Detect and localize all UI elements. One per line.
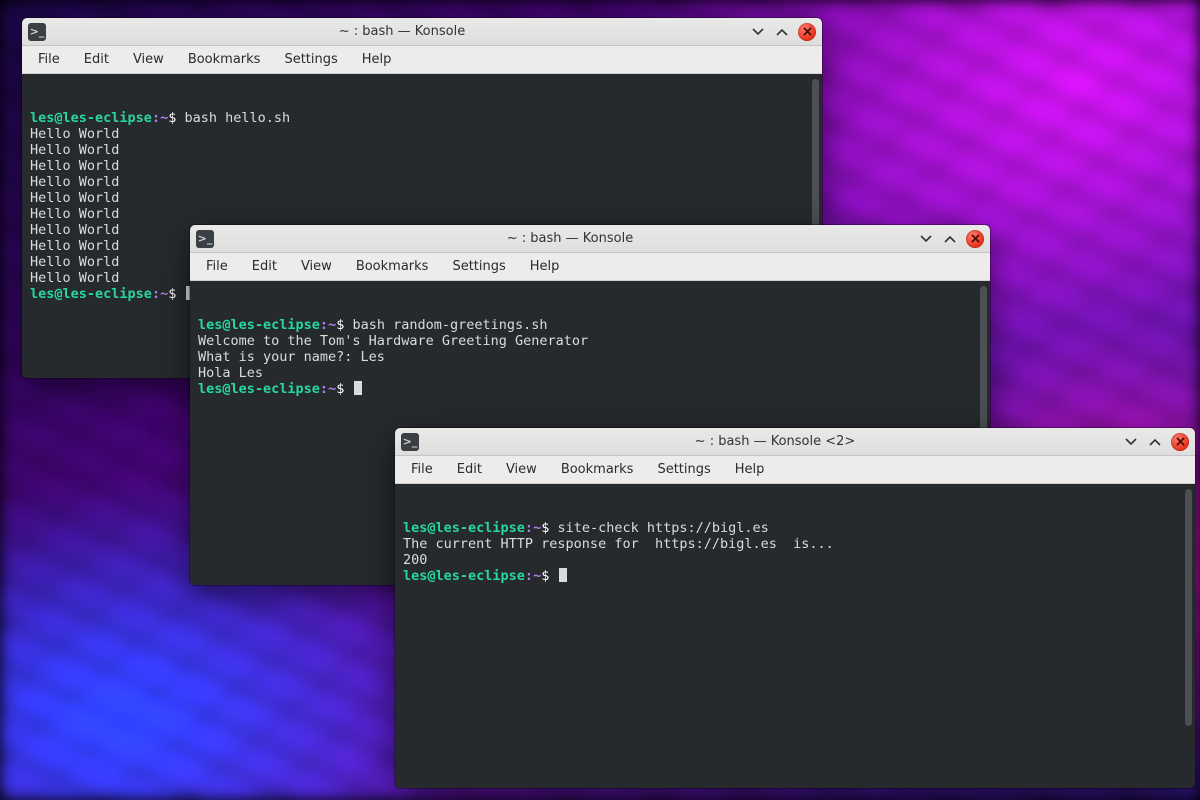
- menubar[interactable]: File Edit View Bookmarks Settings Help: [22, 46, 822, 74]
- menubar[interactable]: File Edit View Bookmarks Settings Help: [190, 253, 990, 281]
- menu-view[interactable]: View: [494, 458, 549, 481]
- close-button[interactable]: [1171, 433, 1189, 451]
- terminal-area[interactable]: les@les-eclipse:~$ site-check https://bi…: [395, 484, 1195, 788]
- konsole-app-icon: >_: [28, 23, 46, 41]
- menu-file[interactable]: File: [26, 48, 72, 71]
- konsole-app-icon: >_: [401, 433, 419, 451]
- output-line: Hello World: [30, 206, 119, 222]
- menu-settings[interactable]: Settings: [645, 458, 722, 481]
- menu-bookmarks[interactable]: Bookmarks: [344, 255, 441, 278]
- prompt-line: les@les-eclipse:~$: [198, 381, 362, 397]
- command-text: bash random-greetings.sh: [352, 317, 547, 333]
- minimize-button[interactable]: [1123, 434, 1139, 450]
- menu-view[interactable]: View: [289, 255, 344, 278]
- cursor-icon: [354, 381, 362, 395]
- menu-edit[interactable]: Edit: [240, 255, 289, 278]
- output-line: Hello World: [30, 222, 119, 238]
- menu-view[interactable]: View: [121, 48, 176, 71]
- command-text: site-check https://bigl.es: [557, 520, 768, 536]
- output-line: Hola Les: [198, 365, 263, 381]
- output-line: Hello World: [30, 238, 119, 254]
- scrollbar[interactable]: [1185, 489, 1192, 726]
- output-line: 200: [403, 552, 427, 568]
- output-line: Hello World: [30, 126, 119, 142]
- titlebar[interactable]: >_ ~ : bash — Konsole: [22, 18, 822, 46]
- menu-bookmarks[interactable]: Bookmarks: [549, 458, 646, 481]
- output-line: Hello World: [30, 270, 119, 286]
- minimize-button[interactable]: [750, 24, 766, 40]
- menu-help[interactable]: Help: [723, 458, 777, 481]
- window-title: ~ : bash — Konsole: [222, 231, 918, 246]
- konsole-window-3[interactable]: >_ ~ : bash — Konsole <2> File Edit View…: [395, 428, 1195, 788]
- prompt-line: les@les-eclipse:~$ bash hello.sh: [30, 110, 290, 126]
- konsole-app-icon: >_: [196, 230, 214, 248]
- menu-settings[interactable]: Settings: [272, 48, 349, 71]
- titlebar[interactable]: >_ ~ : bash — Konsole: [190, 225, 990, 253]
- menubar[interactable]: File Edit View Bookmarks Settings Help: [395, 456, 1195, 484]
- menu-settings[interactable]: Settings: [440, 255, 517, 278]
- prompt-line: les@les-eclipse:~$ bash random-greetings…: [198, 317, 548, 333]
- menu-file[interactable]: File: [194, 255, 240, 278]
- menu-file[interactable]: File: [399, 458, 445, 481]
- maximize-button[interactable]: [774, 24, 790, 40]
- menu-help[interactable]: Help: [350, 48, 404, 71]
- output-line: What is your name?: Les: [198, 349, 385, 365]
- output-line: Hello World: [30, 254, 119, 270]
- maximize-button[interactable]: [1147, 434, 1163, 450]
- menu-edit[interactable]: Edit: [72, 48, 121, 71]
- output-line: Hello World: [30, 174, 119, 190]
- prompt-line: les@les-eclipse:~$ site-check https://bi…: [403, 520, 769, 536]
- output-line: The current HTTP response for https://bi…: [403, 536, 834, 552]
- cursor-icon: [559, 568, 567, 582]
- titlebar[interactable]: >_ ~ : bash — Konsole <2>: [395, 428, 1195, 456]
- close-button[interactable]: [966, 230, 984, 248]
- prompt-line: les@les-eclipse:~$: [403, 568, 567, 584]
- maximize-button[interactable]: [942, 231, 958, 247]
- output-line: Hello World: [30, 158, 119, 174]
- output-line: Hello World: [30, 190, 119, 206]
- window-title: ~ : bash — Konsole <2>: [427, 434, 1123, 449]
- output-line: Welcome to the Tom's Hardware Greeting G…: [198, 333, 588, 349]
- close-button[interactable]: [798, 23, 816, 41]
- window-title: ~ : bash — Konsole: [54, 24, 750, 39]
- menu-edit[interactable]: Edit: [445, 458, 494, 481]
- menu-help[interactable]: Help: [518, 255, 572, 278]
- menu-bookmarks[interactable]: Bookmarks: [176, 48, 273, 71]
- output-line: Hello World: [30, 142, 119, 158]
- minimize-button[interactable]: [918, 231, 934, 247]
- command-text: bash hello.sh: [184, 110, 290, 126]
- prompt-line: les@les-eclipse:~$: [30, 286, 194, 302]
